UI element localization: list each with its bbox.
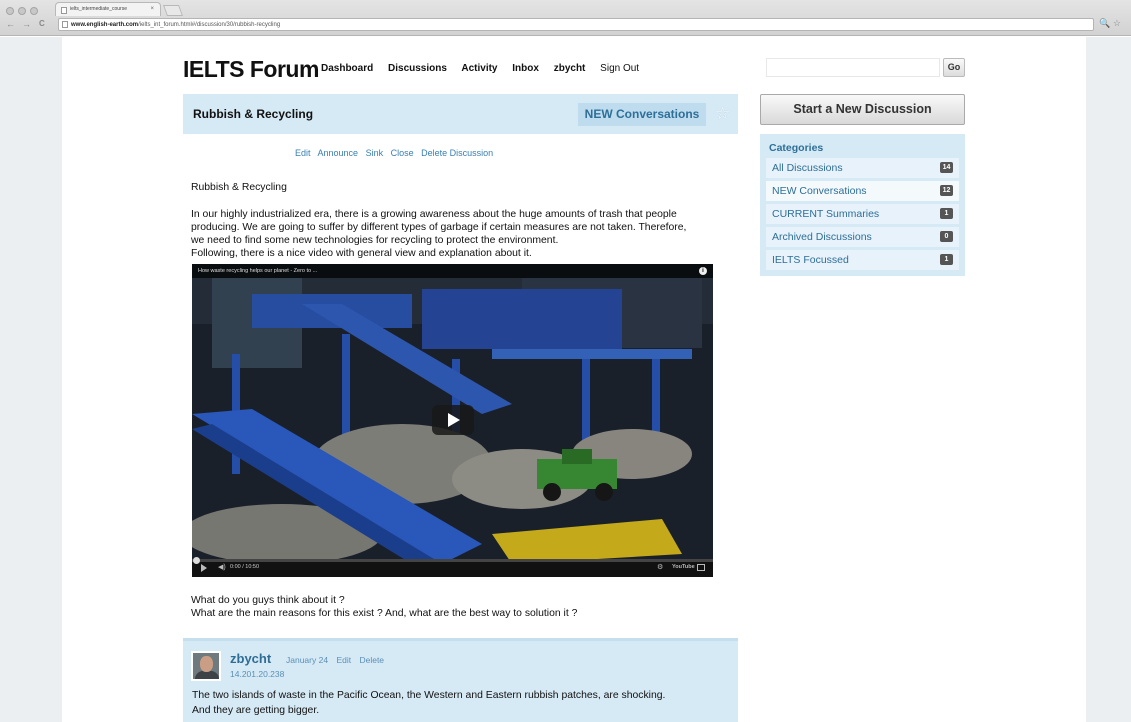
nav-sign-out[interactable]: Sign Out xyxy=(600,63,639,74)
minimize-window-icon[interactable] xyxy=(18,7,26,15)
category-label[interactable]: All Discussions xyxy=(772,162,843,174)
delete-discussion-link[interactable]: Delete Discussion xyxy=(421,148,493,158)
category-count-badge: 0 xyxy=(940,231,953,242)
category-link-button[interactable]: NEW Conversations xyxy=(578,103,706,126)
category-count-badge: 14 xyxy=(940,162,953,173)
comment-body: The two islands of waste in the Pacific … xyxy=(192,688,732,718)
categories-panel: Categories All Discussions 14 NEW Conver… xyxy=(760,134,965,276)
video-time: 0:00 / 10:50 xyxy=(230,564,260,570)
page-icon xyxy=(62,21,68,28)
video-title[interactable]: How waste recycling helps our planet - Z… xyxy=(198,268,317,274)
edit-link[interactable]: Edit xyxy=(295,148,311,158)
avatar-face xyxy=(200,656,213,672)
play-button-icon[interactable] xyxy=(201,564,207,572)
post-line: In our highly industrialized era, there … xyxy=(191,209,677,220)
comment-meta: January 24 Edit Delete xyxy=(286,655,390,665)
post-heading: Rubbish & Recycling xyxy=(191,182,287,193)
video-progress-bar[interactable] xyxy=(192,557,713,564)
volume-icon[interactable]: ◀) xyxy=(218,563,226,571)
start-new-discussion-button[interactable]: Start a New Discussion xyxy=(760,94,965,125)
post-line: producing. We are going to suffer by dif… xyxy=(191,222,687,233)
categories-heading: Categories xyxy=(769,142,824,154)
comment-line: And they are getting bigger. xyxy=(192,705,320,716)
nav-discussions[interactable]: Discussions xyxy=(388,63,447,74)
discussion-actions: Edit Announce Sink Close Delete Discussi… xyxy=(295,148,498,158)
site-title[interactable]: IELTS Forum xyxy=(183,56,319,83)
comment-line: The two islands of waste in the Pacific … xyxy=(192,690,666,701)
nav-dashboard[interactable]: Dashboard xyxy=(321,63,373,74)
bookmark-star-icon[interactable]: ☆ xyxy=(715,104,730,124)
forward-icon[interactable]: → xyxy=(22,17,31,31)
post-line: What do you guys think about it ? xyxy=(191,595,345,606)
post-line: What are the main reasons for this exist… xyxy=(191,608,578,619)
bookmark-star-icon[interactable]: 🔍 ☆ xyxy=(1099,18,1121,29)
category-label[interactable]: NEW Conversations xyxy=(772,185,867,197)
category-count-badge: 1 xyxy=(940,208,953,219)
nav-activity[interactable]: Activity xyxy=(461,63,497,74)
youtube-logo[interactable]: YouTube xyxy=(672,564,695,570)
close-window-icon[interactable] xyxy=(6,7,14,15)
embedded-video[interactable]: How waste recycling helps our planet - Z… xyxy=(192,264,713,577)
category-label[interactable]: CURRENT Summaries xyxy=(772,208,879,220)
discussion-title: Rubbish & Recycling xyxy=(193,107,314,121)
address-bar[interactable]: www.english-earth.com/ielts_int_forum.ht… xyxy=(58,18,1094,31)
tab-close-icon[interactable]: × xyxy=(150,3,154,16)
avatar-body xyxy=(195,671,219,679)
comment-author-link[interactable]: zbycht xyxy=(230,651,271,666)
category-label[interactable]: IELTS Focussed xyxy=(772,254,849,266)
comment-ip: 14.201.20.238 xyxy=(230,669,285,679)
info-icon[interactable]: i xyxy=(699,267,707,275)
main-nav: Dashboard Discussions Activity Inbox zby… xyxy=(321,63,651,74)
settings-gear-icon[interactable]: ⚙ xyxy=(657,563,663,571)
reload-icon[interactable]: C xyxy=(39,17,45,31)
post-question: What do you guys think about it ? What a… xyxy=(191,594,731,620)
comment-date[interactable]: January 24 xyxy=(286,655,328,665)
nav-inbox[interactable]: Inbox xyxy=(512,63,539,74)
tab-title: ielts_intermediate_course xyxy=(70,6,127,12)
video-title-bar[interactable]: How waste recycling helps our planet - Z… xyxy=(192,264,713,278)
category-count-badge: 12 xyxy=(940,185,953,196)
search-go-button[interactable]: Go xyxy=(943,58,965,77)
category-ielts-focussed[interactable]: IELTS Focussed 1 xyxy=(766,250,959,270)
search-input[interactable] xyxy=(766,58,940,77)
category-new-conversations[interactable]: NEW Conversations 12 xyxy=(766,181,959,201)
category-label[interactable]: Archived Discussions xyxy=(772,231,872,243)
post-body: In our highly industrialized era, there … xyxy=(191,208,731,260)
close-link[interactable]: Close xyxy=(391,148,414,158)
page-icon xyxy=(61,7,67,14)
video-controls: ◀) 0:00 / 10:50 ⚙ YouTube xyxy=(192,557,713,577)
url-domain: www.english-earth.com xyxy=(71,22,139,28)
url-path: /ielts_int_forum.html#/discussion/30/rub… xyxy=(138,22,281,28)
back-icon[interactable]: ← xyxy=(6,17,15,31)
avatar[interactable] xyxy=(191,651,221,681)
fullscreen-icon[interactable] xyxy=(697,564,705,571)
category-current-summaries[interactable]: CURRENT Summaries 1 xyxy=(766,204,959,224)
announce-link[interactable]: Announce xyxy=(318,148,359,158)
category-archived-discussions[interactable]: Archived Discussions 0 xyxy=(766,227,959,247)
comment-edit-link[interactable]: Edit xyxy=(336,655,351,665)
browser-tab[interactable]: ielts_intermediate_course × xyxy=(55,2,161,16)
post-line: we need to find some new technologies fo… xyxy=(191,235,559,246)
new-tab-button[interactable] xyxy=(162,5,184,16)
category-count-badge: 1 xyxy=(940,254,953,265)
nav-profile[interactable]: zbycht xyxy=(554,63,586,74)
discussion-header: Rubbish & Recycling NEW Conversations ☆ xyxy=(183,94,738,134)
comment-delete-link[interactable]: Delete xyxy=(359,655,384,665)
category-all-discussions[interactable]: All Discussions 14 xyxy=(766,158,959,178)
sink-link[interactable]: Sink xyxy=(366,148,384,158)
browser-chrome: ielts_intermediate_course × ← → C www.en… xyxy=(0,0,1131,36)
play-icon[interactable] xyxy=(432,405,474,435)
comment: zbycht January 24 Edit Delete 14.201.20.… xyxy=(183,638,738,722)
maximize-window-icon[interactable] xyxy=(30,7,38,15)
post-line: Following, there is a nice video with ge… xyxy=(191,248,532,259)
video-progress-handle[interactable] xyxy=(193,557,200,564)
